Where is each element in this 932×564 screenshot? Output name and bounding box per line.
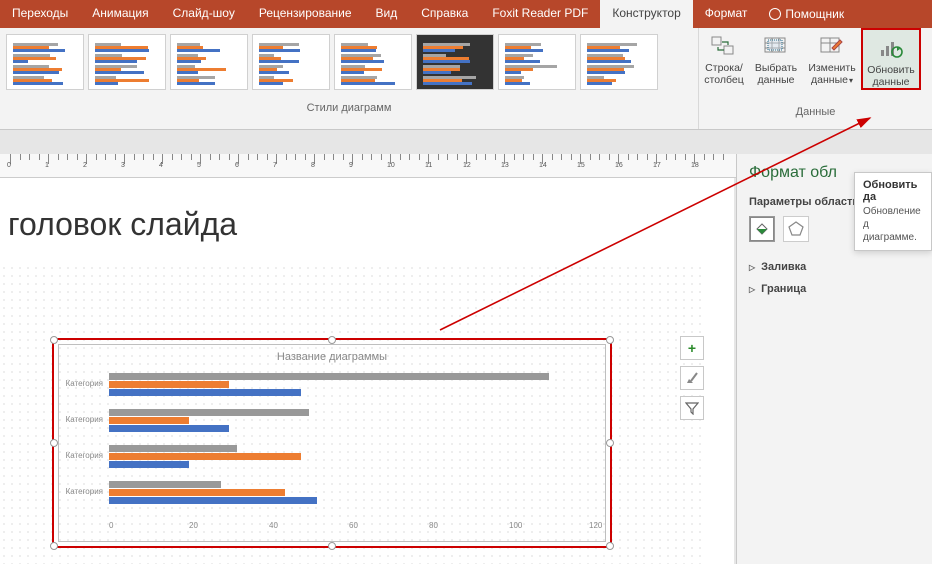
chart-filters-button[interactable]	[680, 396, 704, 420]
dropdown-caret-icon: ▾	[849, 76, 853, 85]
switch-row-column-icon	[708, 32, 740, 60]
resize-handle[interactable]	[606, 439, 614, 447]
x-tick-label: 120	[589, 521, 602, 530]
border-accordion[interactable]: ▷ Граница	[749, 278, 920, 300]
tab-transitions[interactable]: Переходы	[0, 0, 80, 28]
chart-style-thumb[interactable]	[252, 34, 330, 90]
paint-bucket-icon	[753, 220, 771, 238]
chart-bar[interactable]	[109, 417, 189, 424]
category-label: Категория	[61, 379, 103, 388]
chart-plot-area[interactable]: КатегорияКатегорияКатегорияКатегория	[109, 369, 589, 519]
x-tick-label: 100	[509, 521, 522, 530]
funnel-icon	[685, 401, 699, 415]
chart-elements-button[interactable]: +	[680, 336, 704, 360]
refresh-data-button[interactable]: Обновить данные	[861, 28, 921, 90]
group-label-styles: Стили диаграмм	[0, 102, 698, 118]
chart-styles-button[interactable]	[680, 366, 704, 390]
tab-slideshow[interactable]: Слайд-шоу	[161, 0, 247, 28]
tab-animation[interactable]: Анимация	[80, 0, 160, 28]
tab-help[interactable]: Справка	[409, 0, 480, 28]
chart-title[interactable]: Название диаграммы	[59, 345, 605, 363]
chart-style-thumb[interactable]	[580, 34, 658, 90]
chart-bar[interactable]	[109, 489, 285, 496]
switch-row-column-button[interactable]: Строка/ столбец	[699, 28, 749, 86]
tab-format[interactable]: Формат	[693, 0, 760, 28]
chart-styles-group: Стили диаграмм	[0, 28, 698, 129]
resize-handle[interactable]	[606, 336, 614, 344]
chart-bar[interactable]	[109, 445, 237, 452]
resize-handle[interactable]	[50, 542, 58, 550]
chart-x-axis: 020406080100120	[109, 521, 589, 533]
slide-canvas[interactable]: + Название диаграммы КатегорияКатегорияК…	[0, 264, 704, 564]
chart-bar[interactable]	[109, 389, 301, 396]
tab-foxit[interactable]: Foxit Reader PDF	[480, 0, 600, 28]
chart-style-thumb[interactable]	[416, 34, 494, 90]
resize-handle[interactable]	[50, 336, 58, 344]
edit-data-icon	[816, 32, 848, 60]
chart-style-thumb[interactable]	[334, 34, 412, 90]
x-tick-label: 60	[349, 521, 358, 530]
ribbon-tabs: Переходы Анимация Слайд-шоу Рецензирован…	[0, 0, 932, 28]
expand-caret-icon: ▷	[749, 263, 755, 272]
resize-handle[interactable]	[606, 542, 614, 550]
chart-data-group: Строка/ столбец Выбрать данные Изменить …	[698, 28, 932, 129]
chart-bar[interactable]	[109, 425, 229, 432]
chart-bar[interactable]	[109, 481, 221, 488]
select-data-icon	[760, 32, 792, 60]
tell-me-assistant[interactable]: Помощник	[759, 0, 854, 28]
chart-selection-frame[interactable]: Название диаграммы КатегорияКатегорияКат…	[52, 338, 612, 548]
category-label: Категория	[61, 451, 103, 460]
paintbrush-icon	[685, 371, 699, 385]
select-data-button[interactable]: Выбрать данные	[749, 28, 803, 86]
chart-style-thumb[interactable]	[170, 34, 248, 90]
refresh-data-tooltip: Обновить да Обновление д диаграмме.	[854, 172, 932, 251]
ribbon-body: Стили диаграмм Строка/ столбец Выбрать д…	[0, 28, 932, 130]
lightbulb-icon	[769, 8, 781, 20]
chart-style-thumb[interactable]	[6, 34, 84, 90]
chart-style-thumb[interactable]	[88, 34, 166, 90]
effects-tab[interactable]	[783, 216, 809, 242]
x-tick-label: 40	[269, 521, 278, 530]
category-label: Категория	[61, 487, 103, 496]
x-tick-label: 0	[109, 521, 113, 530]
expand-caret-icon: ▷	[749, 285, 755, 294]
fill-line-tab[interactable]	[749, 216, 775, 242]
resize-handle[interactable]	[328, 336, 336, 344]
chart-style-thumb[interactable]	[498, 34, 576, 90]
tab-view[interactable]: Вид	[364, 0, 410, 28]
resize-handle[interactable]	[328, 542, 336, 550]
fill-accordion[interactable]: ▷ Заливка	[749, 256, 920, 278]
x-tick-label: 20	[189, 521, 198, 530]
chart-bar[interactable]	[109, 373, 549, 380]
slide-title-placeholder[interactable]: головок слайда	[0, 178, 734, 255]
chart-bar[interactable]	[109, 453, 301, 460]
chart-bar[interactable]	[109, 409, 309, 416]
slide-workspace: головок слайда + Название диаграммы Кате…	[0, 178, 734, 564]
resize-handle[interactable]	[50, 439, 58, 447]
edit-data-button[interactable]: Изменить данные▾	[803, 28, 861, 86]
chart-styles-gallery[interactable]	[0, 28, 698, 102]
refresh-data-icon	[875, 34, 907, 62]
chart-bar[interactable]	[109, 381, 229, 388]
chart-object[interactable]: Название диаграммы КатегорияКатегорияКат…	[58, 344, 606, 542]
category-label: Категория	[61, 415, 103, 424]
chart-bar[interactable]	[109, 497, 317, 504]
tab-designer[interactable]: Конструктор	[600, 0, 692, 28]
chart-bar[interactable]	[109, 461, 189, 468]
pentagon-icon	[787, 220, 805, 238]
chart-side-actions: +	[680, 336, 706, 420]
group-label-data: Данные	[699, 106, 932, 122]
tab-review[interactable]: Рецензирование	[247, 0, 364, 28]
x-tick-label: 80	[429, 521, 438, 530]
